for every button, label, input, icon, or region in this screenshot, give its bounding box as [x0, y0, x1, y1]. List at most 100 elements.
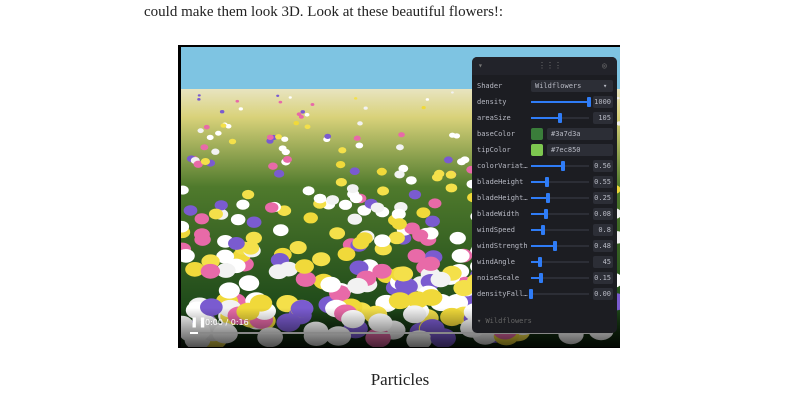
param-label: areaSize: [477, 114, 511, 122]
param-value: 0.00: [594, 290, 611, 298]
param-label: noiseScale: [477, 274, 520, 282]
flower: [273, 169, 285, 178]
flower: [288, 96, 292, 99]
flower: [391, 208, 406, 220]
flower: [408, 189, 422, 200]
param-row: density 1000: [477, 96, 613, 108]
slider-handle[interactable]: [544, 177, 549, 187]
param-value-input[interactable]: 45: [593, 256, 613, 268]
drag-handle-icon[interactable]: ⋮⋮⋮: [538, 61, 562, 70]
search-icon[interactable]: ◎: [602, 61, 607, 70]
param-slider[interactable]: [531, 225, 589, 235]
color-swatch[interactable]: [531, 144, 543, 156]
color-swatch[interactable]: [531, 128, 543, 140]
param-label: baseColor: [477, 130, 515, 138]
flower: [353, 135, 361, 141]
folder-wildflowers[interactable]: ▾ Wildflowers: [477, 317, 532, 325]
param-label: windAngle: [477, 258, 515, 266]
flower: [357, 121, 363, 126]
flower: [451, 249, 470, 263]
param-value-input[interactable]: 0.56: [593, 160, 613, 172]
param-slider[interactable]: [531, 273, 589, 283]
flower: [377, 186, 390, 196]
flower: [296, 112, 302, 117]
flower: [219, 109, 225, 114]
param-slider[interactable]: [531, 209, 589, 219]
param-slider[interactable]: [531, 241, 589, 251]
param-value-input[interactable]: 0.15: [593, 272, 613, 284]
color-hex-input[interactable]: #7ec850: [547, 144, 613, 156]
flower: [616, 121, 620, 126]
param-slider[interactable]: [531, 113, 589, 123]
param-slider[interactable]: [531, 177, 589, 187]
param-row: windStrength 0.48: [477, 240, 613, 252]
slider-handle[interactable]: [538, 257, 543, 267]
slider-handle[interactable]: [553, 241, 558, 251]
flower: [206, 134, 214, 141]
param-row: densityFall… 0.00: [477, 288, 613, 300]
slider-handle[interactable]: [539, 273, 544, 283]
shader-value: Wildflowers: [535, 82, 582, 90]
slider-handle[interactable]: [546, 193, 551, 203]
slider-handle[interactable]: [529, 289, 533, 299]
shader-select[interactable]: Wildflowers ▾: [531, 80, 613, 92]
flower: [279, 261, 299, 277]
panel-header[interactable]: ▾ ⋮⋮⋮ ◎: [472, 57, 617, 75]
flower: [451, 91, 454, 94]
flower: [405, 176, 417, 185]
param-row: areaSize 105: [477, 112, 613, 124]
param-value: 105: [598, 114, 611, 122]
flower: [200, 263, 221, 279]
slider-handle[interactable]: [543, 209, 548, 219]
flower: [430, 271, 451, 288]
param-value-input[interactable]: 0.25: [593, 192, 613, 204]
flower: [445, 170, 457, 179]
flower: [346, 184, 359, 194]
flower: [449, 231, 466, 245]
flower: [194, 213, 210, 225]
flower: [275, 134, 282, 140]
flower: [416, 207, 431, 219]
param-slider[interactable]: [531, 193, 589, 203]
slider-handle[interactable]: [561, 161, 566, 171]
shader-row: Shader Wildflowers ▾: [477, 80, 613, 92]
param-label: bladeHeight: [477, 178, 524, 186]
video-progress-fill: [190, 332, 199, 334]
flower: [352, 236, 370, 250]
param-slider[interactable]: [529, 289, 589, 299]
flower: [394, 170, 405, 179]
flower: [420, 289, 443, 306]
flower: [197, 128, 204, 134]
flower: [391, 218, 407, 230]
flower: [370, 202, 385, 213]
flower: [200, 158, 211, 166]
slider-handle[interactable]: [558, 113, 562, 123]
flower: [335, 160, 346, 169]
flower: [326, 195, 339, 205]
param-value-input[interactable]: 0.8: [593, 224, 613, 236]
param-value: 0.48: [594, 242, 611, 250]
color-hex-input[interactable]: #3a7d3a: [547, 128, 613, 140]
shader-label: Shader: [477, 82, 503, 90]
param-value-input[interactable]: 0.08: [593, 208, 613, 220]
param-value-input[interactable]: 0.55: [593, 176, 613, 188]
collapse-icon[interactable]: ▾: [478, 61, 483, 70]
flower: [218, 282, 240, 299]
param-value-input[interactable]: 0.00: [593, 288, 613, 300]
intro-text: could make them look 3D. Look at these b…: [144, 4, 504, 20]
flower: [238, 107, 243, 111]
flower: [310, 103, 315, 106]
flower: [393, 266, 414, 282]
flower: [211, 148, 220, 155]
param-value-input[interactable]: 105: [593, 112, 613, 124]
slider-handle[interactable]: [540, 225, 545, 235]
param-slider[interactable]: [531, 97, 591, 107]
slider-handle[interactable]: [587, 97, 591, 107]
param-label: colorVariat…: [477, 162, 528, 170]
flower: [355, 142, 364, 149]
param-value-input[interactable]: 1000: [593, 96, 613, 108]
param-value-input[interactable]: 0.48: [593, 240, 613, 252]
param-slider[interactable]: [531, 161, 589, 171]
param-slider[interactable]: [531, 257, 589, 267]
flower: [183, 205, 198, 216]
